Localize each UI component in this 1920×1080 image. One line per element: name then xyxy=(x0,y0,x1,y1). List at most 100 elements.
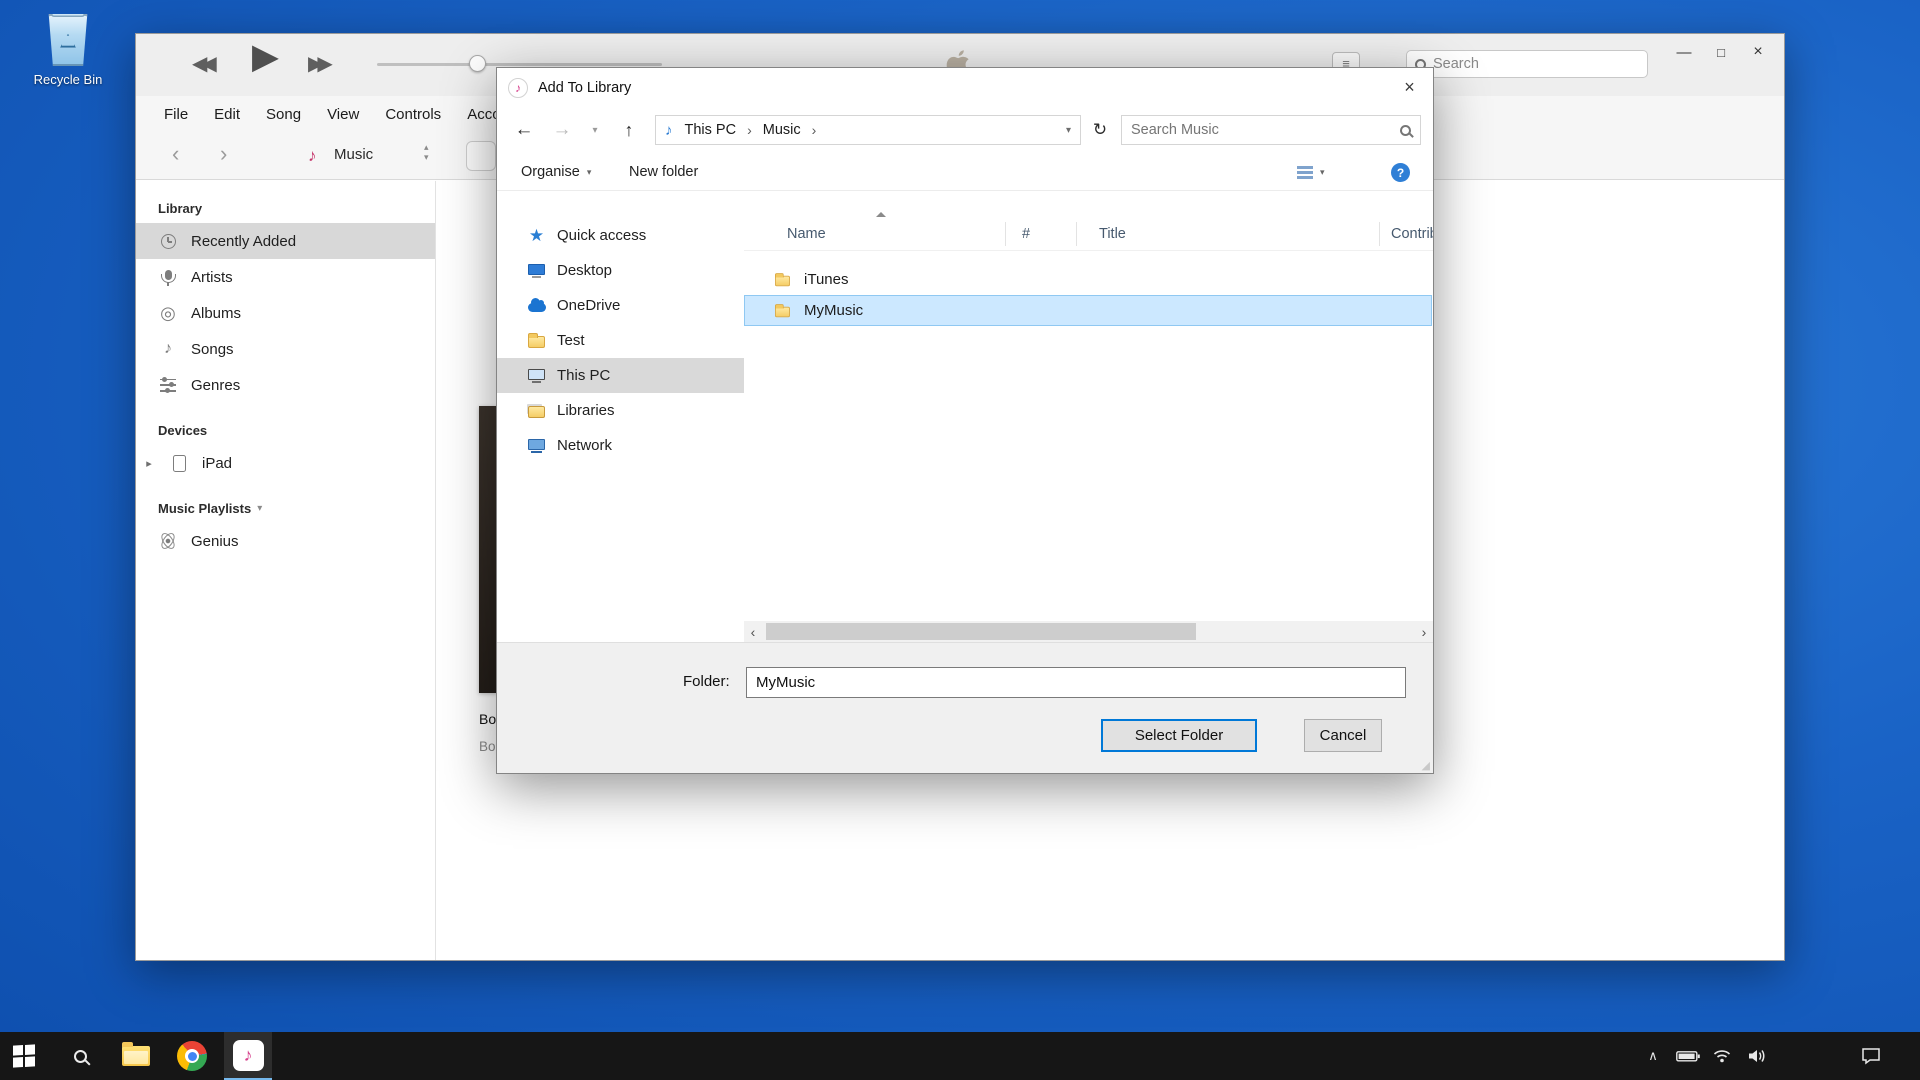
address-bar[interactable]: ♪ This PC › Music › ▾ xyxy=(655,115,1081,145)
sidebar-item-recently-added[interactable]: Recently Added xyxy=(136,223,435,259)
dialog-footer: Folder: Select Folder Cancel ◢ xyxy=(497,642,1433,773)
devices-section-header: Devices xyxy=(136,417,435,445)
select-folder-button[interactable]: Select Folder xyxy=(1101,719,1257,752)
recycle-bin-shortcut[interactable]: Recycle Bin xyxy=(22,14,114,87)
help-icon[interactable]: ? xyxy=(1391,163,1410,182)
file-row-itunes[interactable]: iTunes xyxy=(744,264,1432,295)
taskbar: ♪ ∧ xyxy=(0,1032,1920,1080)
miniplayer-thumbnail[interactable] xyxy=(466,141,496,171)
dialog-search-input[interactable] xyxy=(1131,122,1392,138)
sidebar-item-artists[interactable]: Artists xyxy=(136,259,435,295)
menu-edit[interactable]: Edit xyxy=(214,106,240,123)
nav-pane-item-quick-access[interactable]: ★ Quick access xyxy=(497,218,744,253)
add-to-library-dialog: ♪ Add To Library × ← → ▾ ↑ ♪ This PC › M… xyxy=(496,67,1434,774)
column-header-number[interactable]: # xyxy=(1022,218,1030,250)
folder-name-input[interactable] xyxy=(746,667,1406,698)
up-one-level-icon[interactable]: ↑ xyxy=(613,107,645,153)
nav-pane-item-desktop[interactable]: Desktop xyxy=(497,253,744,288)
breadcrumb-this-pc[interactable]: This PC xyxy=(681,122,741,138)
itunes-app-icon: ♪ xyxy=(508,78,528,98)
forward-arrow-icon[interactable]: → xyxy=(547,107,577,153)
scroll-left-icon[interactable]: ‹ xyxy=(744,621,762,642)
maximize-button[interactable]: □ xyxy=(1704,38,1738,66)
menu-file[interactable]: File xyxy=(164,106,188,123)
scrollbar-thumb[interactable] xyxy=(766,623,1196,640)
column-divider[interactable] xyxy=(1005,222,1006,246)
taskbar-search-button[interactable] xyxy=(56,1032,104,1080)
volume-icon[interactable] xyxy=(1739,1032,1775,1080)
nav-pane-item-libraries[interactable]: Libraries xyxy=(497,393,744,428)
column-header-contributing[interactable]: Contributi xyxy=(1391,218,1433,250)
organise-menu-button[interactable]: Organise ▾ xyxy=(521,153,591,191)
volume-slider-knob[interactable] xyxy=(469,55,486,72)
dialog-title-bar[interactable]: ♪ Add To Library xyxy=(497,68,1433,107)
itunes-search-box[interactable] xyxy=(1406,50,1648,78)
action-center-icon[interactable] xyxy=(1853,1032,1889,1080)
start-button[interactable] xyxy=(0,1032,48,1080)
back-chevron-icon[interactable]: ‹ xyxy=(172,141,179,167)
scroll-right-icon[interactable]: › xyxy=(1415,621,1433,642)
dialog-navigation-row: ← → ▾ ↑ ♪ This PC › Music › ▾ ↻ xyxy=(497,107,1433,153)
folder-icon xyxy=(527,331,546,350)
resize-grip[interactable]: ◢ xyxy=(1422,759,1430,772)
file-row-mymusic[interactable]: MyMusic xyxy=(744,295,1432,326)
column-header-name[interactable]: Name xyxy=(787,218,826,250)
chrome-button[interactable] xyxy=(168,1032,216,1080)
dialog-search-box[interactable] xyxy=(1121,115,1421,145)
address-dropdown-icon[interactable]: ▾ xyxy=(1066,125,1071,136)
menu-song[interactable]: Song xyxy=(266,106,301,123)
sidebar-item-genius[interactable]: Genius xyxy=(136,523,435,559)
network-icon xyxy=(527,436,546,455)
itunes-search-input[interactable] xyxy=(1433,56,1639,72)
breadcrumb-chevron-icon[interactable]: › xyxy=(744,122,755,138)
hidden-icons-caret[interactable]: ∧ xyxy=(1637,1032,1669,1080)
nav-pane-item-network[interactable]: Network xyxy=(497,428,744,463)
fast-forward-icon[interactable]: ▶▶ xyxy=(308,51,327,76)
breadcrumb-chevron-icon[interactable]: › xyxy=(809,122,820,138)
windows-logo-icon xyxy=(13,1044,35,1067)
itunes-sidebar: Library Recently Added Artists ◎ Albums … xyxy=(136,181,436,960)
menu-controls[interactable]: Controls xyxy=(385,106,441,123)
history-dropdown-icon[interactable]: ▾ xyxy=(583,107,607,153)
media-picker[interactable]: Music xyxy=(334,146,373,163)
expand-chevron-icon[interactable]: ▸ xyxy=(142,457,156,470)
chevron-down-icon[interactable]: ▾ xyxy=(257,503,262,514)
new-folder-button[interactable]: New folder xyxy=(629,153,698,191)
file-explorer-button[interactable] xyxy=(112,1032,160,1080)
battery-icon[interactable] xyxy=(1671,1032,1705,1080)
computer-icon xyxy=(527,366,546,385)
desktop: Recycle Bin ◀◀ ▶ ▶▶ ≡ — □ × File xyxy=(0,0,1920,1080)
back-arrow-icon[interactable]: ← xyxy=(507,107,541,153)
sidebar-item-albums[interactable]: ◎ Albums xyxy=(136,295,435,331)
column-header-title[interactable]: Title xyxy=(1099,218,1126,250)
play-icon[interactable]: ▶ xyxy=(252,37,279,77)
media-picker-carets-icon[interactable]: ▴▾ xyxy=(424,142,429,162)
menu-view[interactable]: View xyxy=(327,106,359,123)
volume-slider-track[interactable] xyxy=(377,63,662,66)
sidebar-item-ipad[interactable]: ▸ iPad xyxy=(136,445,435,481)
sidebar-item-songs[interactable]: ♪ Songs xyxy=(136,331,435,367)
column-divider[interactable] xyxy=(1076,222,1077,246)
album-title[interactable]: Bo xyxy=(479,711,496,727)
column-divider[interactable] xyxy=(1379,222,1380,246)
cancel-button[interactable]: Cancel xyxy=(1304,719,1382,752)
refresh-icon[interactable]: ↻ xyxy=(1085,107,1115,153)
recycle-bin-label: Recycle Bin xyxy=(22,72,114,87)
genre-sliders-icon xyxy=(158,375,178,395)
breadcrumb-music[interactable]: Music xyxy=(759,122,805,138)
nav-pane-item-test[interactable]: Test xyxy=(497,323,744,358)
minimize-button[interactable]: — xyxy=(1667,38,1701,66)
folder-icon xyxy=(122,1046,150,1066)
dialog-close-button[interactable]: × xyxy=(1387,69,1432,106)
folder-icon xyxy=(774,270,793,289)
sidebar-item-genres[interactable]: Genres xyxy=(136,367,435,403)
nav-pane-item-this-pc[interactable]: This PC xyxy=(497,358,744,393)
change-view-button[interactable]: ▾ xyxy=(1297,153,1325,191)
forward-chevron-icon[interactable]: › xyxy=(220,141,227,167)
horizontal-scrollbar[interactable]: ‹ › xyxy=(744,621,1433,642)
itunes-taskbar-button[interactable]: ♪ xyxy=(224,1032,272,1080)
nav-pane-item-onedrive[interactable]: OneDrive xyxy=(497,288,744,323)
wifi-icon[interactable] xyxy=(1705,1032,1739,1080)
close-button[interactable]: × xyxy=(1741,38,1775,66)
rewind-icon[interactable]: ◀◀ xyxy=(192,51,211,76)
